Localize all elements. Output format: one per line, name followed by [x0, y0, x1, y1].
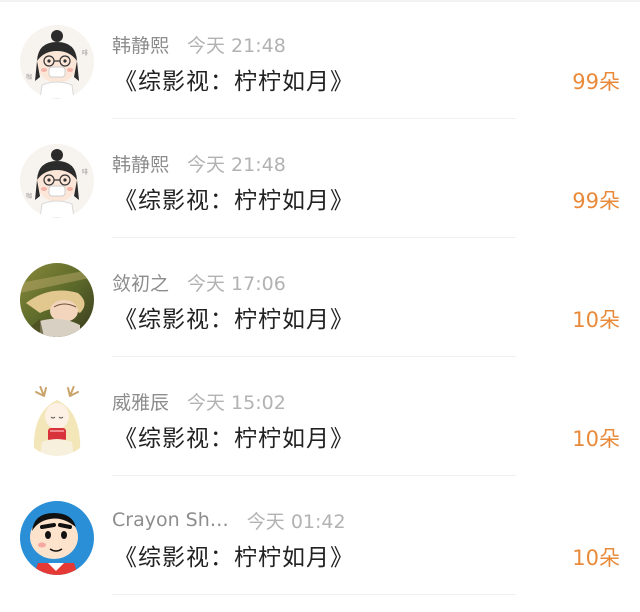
book-title[interactable]: 《综影视：柠柠如月》	[114, 538, 354, 572]
book-title[interactable]: 《综影视：柠柠如月》	[114, 181, 354, 215]
timestamp: 今天 17:06	[187, 272, 286, 295]
username[interactable]: 韩静熙	[112, 31, 169, 58]
flower-count: 99朵	[572, 189, 620, 213]
name-row: 威雅辰 今天 15:02	[112, 387, 286, 415]
divider	[112, 594, 516, 595]
timestamp: 今天 01:42	[246, 510, 346, 533]
svg-text:咖: 咖	[26, 192, 32, 200]
timestamp: 今天 21:48	[187, 153, 286, 176]
username[interactable]: 敛初之	[112, 269, 169, 296]
svg-text:啡: 啡	[82, 49, 88, 57]
name-row: 韩静熙 今天 21:48	[112, 30, 286, 58]
name-row: Crayon Sh… 今天 01:42	[112, 506, 346, 534]
flower-count: 10朵	[572, 427, 620, 451]
username[interactable]: 韩静熙	[112, 150, 169, 177]
list-item[interactable]: 敛初之 今天 17:06 《综影视：柠柠如月》 10朵	[0, 238, 640, 357]
flower-count: 10朵	[572, 308, 620, 332]
crayon-shinchan-avatar[interactable]	[20, 501, 94, 575]
book-title[interactable]: 《综影视：柠柠如月》	[114, 419, 354, 453]
name-row: 敛初之 今天 17:06	[112, 268, 286, 296]
name-row: 韩静熙 今天 21:48	[112, 149, 286, 177]
list-item[interactable]: 咖 啡 韩静熙 今天 21:48 《综影视：柠柠如月》 99朵	[0, 0, 640, 119]
cartoon-girl-mask-avatar[interactable]: 咖 啡	[20, 25, 94, 99]
photo-girl-grass-avatar[interactable]	[20, 263, 94, 337]
list-item[interactable]: 咖 啡 韩静熙 今天 21:48 《综影视：柠柠如月》 99朵	[0, 119, 640, 238]
svg-text:啡: 啡	[82, 168, 88, 176]
gift-list: 咖 啡 韩静熙 今天 21:48 《综影视：柠柠如月》 99朵 咖 啡 韩静熙 …	[0, 0, 640, 595]
svg-text:咖: 咖	[26, 73, 32, 81]
cartoon-girl-mask-avatar[interactable]: 咖 啡	[20, 144, 94, 218]
flower-count: 99朵	[572, 70, 620, 94]
timestamp: 今天 21:48	[187, 34, 286, 57]
anime-girl-antlers-avatar[interactable]	[20, 382, 94, 456]
flower-count: 10朵	[572, 546, 620, 570]
username[interactable]: Crayon Sh…	[112, 509, 229, 531]
username[interactable]: 威雅辰	[112, 388, 169, 415]
book-title[interactable]: 《综影视：柠柠如月》	[114, 300, 354, 334]
book-title[interactable]: 《综影视：柠柠如月》	[114, 62, 354, 96]
list-item[interactable]: 威雅辰 今天 15:02 《综影视：柠柠如月》 10朵	[0, 357, 640, 476]
timestamp: 今天 15:02	[187, 391, 286, 414]
list-item[interactable]: Crayon Sh… 今天 01:42 《综影视：柠柠如月》 10朵	[0, 476, 640, 595]
